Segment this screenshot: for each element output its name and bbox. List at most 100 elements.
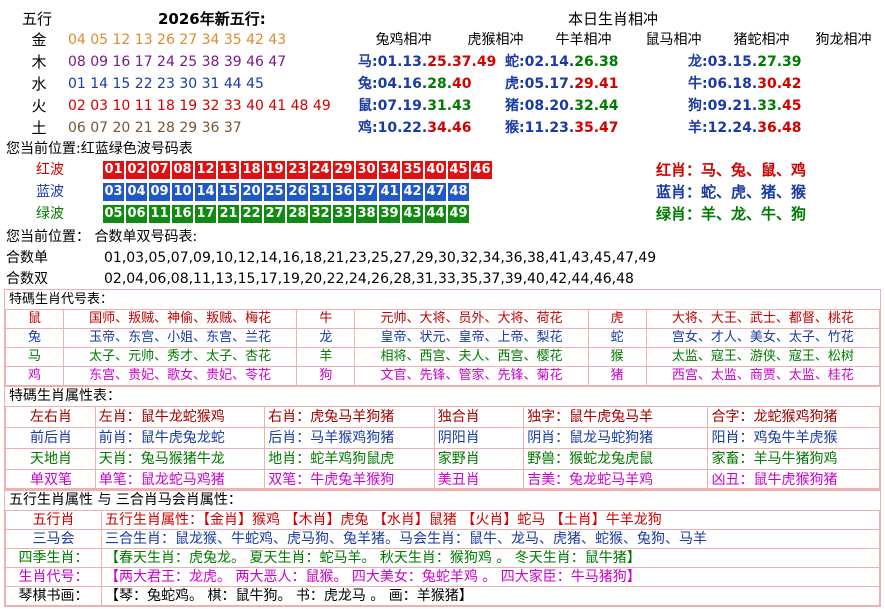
wave-number-ball: 22 bbox=[241, 205, 262, 223]
wave-number-ball: 48 bbox=[448, 183, 469, 201]
attr-value-cell: 阳肖：鸡兔牛羊虎猴 bbox=[707, 427, 880, 449]
wx-row-label: 三马会 bbox=[5, 529, 102, 549]
chong-zodiac: 蛇: bbox=[505, 54, 525, 70]
attr-category-cell: 独合肖 bbox=[433, 406, 525, 428]
chong-nums-a: 02.14. bbox=[524, 54, 575, 70]
chong-cell: 龙:03.15.27.39 bbox=[688, 52, 802, 72]
wuxing-label-tu: 土 bbox=[31, 119, 47, 137]
wuxing-label-jin: 金 bbox=[31, 31, 47, 49]
wave-number-ball: 46 bbox=[471, 161, 492, 179]
wave-number-ball: 17 bbox=[195, 205, 216, 223]
attr-value-cell: 合字：龙蛇猴鸡狗猪 bbox=[707, 406, 880, 428]
code-title-cell: 太子、元帅、秀才、太子、杏花 bbox=[62, 347, 298, 367]
chong-cell: 虎:05.17.29.41 bbox=[505, 74, 619, 94]
chong-nums-a: 06.18. bbox=[707, 76, 758, 92]
heshu-dan-label: 合数单 bbox=[6, 250, 48, 266]
attr-table-body: 左右肖 左肖：鼠牛龙蛇猴鸡 右肖：虎兔马羊狗猪 独合肖 独字：鼠牛虎兔马羊 合字：龙蛇猴鸡… bbox=[5, 406, 880, 491]
chong-title: 本日生肖相冲 bbox=[568, 10, 659, 28]
wx-row-text: 五行生肖属性：【金肖】猴鸡 【木肖】虎兔 【水肖】鼠猪 【火肖】蛇马 【土肖】牛… bbox=[101, 510, 880, 530]
wave-number-ball: 06 bbox=[126, 205, 147, 223]
code-title-cell: 玉帝、东宫、小姐、东宫、兰花 bbox=[62, 328, 298, 348]
wave-number-ball: 31 bbox=[310, 183, 331, 201]
wave-number-ball: 21 bbox=[218, 205, 239, 223]
table-row: 兔玉帝、东宫、小姐、东宫、兰花龙皇帝、状元、皇帝、上帝、梨花蛇宫女、才人、美女、… bbox=[5, 328, 881, 348]
chong-header: 兔鸡相冲 bbox=[375, 32, 432, 48]
code-zodiac-cell: 鸡 bbox=[5, 366, 64, 386]
code-table-header: 特碼生肖代号表： bbox=[9, 292, 114, 307]
chong-header: 鼠马相冲 bbox=[645, 32, 702, 48]
chong-nums-b: 27.39 bbox=[757, 54, 802, 70]
wave-number-ball: 09 bbox=[149, 183, 170, 201]
wx-row-label: 四季生肖： bbox=[5, 548, 102, 568]
wx-row-label: 生肖代号： bbox=[5, 567, 102, 587]
wuxing-label-huo: 火 bbox=[31, 97, 47, 115]
code-zodiac-cell: 龙 bbox=[296, 328, 356, 348]
year-title: 2026年新五行: bbox=[158, 10, 266, 28]
chong-header: 虎猴相冲 bbox=[467, 32, 524, 48]
chong-zodiac: 鸡: bbox=[358, 120, 378, 136]
chong-nums-a: 10.22. bbox=[377, 120, 428, 136]
wave-xiao: 绿肖：羊、龙、牛、狗 bbox=[656, 205, 807, 223]
code-zodiac-cell: 兔 bbox=[5, 328, 64, 348]
zodiac-attribute-table: 特碼生肖属性表： 左右肖 左肖：鼠牛龙蛇猴鸡 右肖：虎兔马羊狗猪 独合肖 独字：鼠牛虎兔… bbox=[4, 386, 881, 491]
wx-row-label: 五行肖 bbox=[5, 510, 102, 530]
wave-number-ball: 39 bbox=[379, 205, 400, 223]
wave-number-ball: 13 bbox=[218, 161, 239, 179]
table-row: 三马会 三合生肖：鼠龙猴、牛蛇鸡、虎马狗、兔羊猪。马会生肖：鼠牛、龙马、虎猪、蛇猴… bbox=[5, 529, 880, 549]
code-zodiac-cell: 狗 bbox=[296, 366, 356, 386]
table-row: 前后肖 前肖：鼠牛虎兔龙蛇 后肖：马羊猴鸡狗猪 阴阳肖 阴肖：鼠龙马蛇狗猪 阳肖：鸡兔牛羊… bbox=[5, 427, 880, 449]
wave-number-ball: 02 bbox=[126, 161, 147, 179]
wave-number-ball: 16 bbox=[172, 205, 193, 223]
attr-value-cell: 阴肖：鼠龙马蛇狗猪 bbox=[523, 427, 709, 449]
chong-nums-b: 32.44 bbox=[574, 98, 619, 114]
chong-nums-a: 04.16. bbox=[377, 76, 428, 92]
wuxing-label-mu: 木 bbox=[31, 53, 47, 71]
top-section: 五行 2026年新五行: 本日生肖相冲 金 04 05 12 13 26 27 … bbox=[0, 0, 885, 140]
code-zodiac-cell: 马 bbox=[5, 347, 64, 367]
code-title-cell: 皇帝、状元、皇帝、上帝、梨花 bbox=[354, 328, 589, 348]
wave-number-ball: 36 bbox=[333, 183, 354, 201]
wave-number-ball: 45 bbox=[448, 161, 469, 179]
heshu-shuang-label: 合数双 bbox=[6, 271, 48, 287]
chong-zodiac: 羊: bbox=[688, 120, 708, 136]
code-zodiac-cell: 鼠 bbox=[5, 309, 64, 329]
chong-nums-a: 01.13. bbox=[377, 54, 428, 70]
chong-nums-b: 25.37. bbox=[427, 54, 477, 70]
chong-nums-b: 28. bbox=[427, 76, 453, 92]
wave-number-ball: 11 bbox=[149, 205, 170, 223]
chong-zodiac: 猴: bbox=[505, 120, 525, 136]
chong-nums-b: 33. bbox=[757, 98, 783, 114]
attr-value-cell: 独字：鼠牛虎兔马羊 bbox=[523, 406, 709, 428]
wuxing-nums-huo: 02 03 10 11 18 19 32 33 40 41 48 49 bbox=[68, 98, 331, 114]
wave-xiao: 蓝肖：蛇、虎、猪、猴 bbox=[656, 183, 807, 201]
chong-nums-a: 03.15. bbox=[707, 54, 758, 70]
wave-number-ball: 05 bbox=[103, 205, 124, 223]
table-row: 马太子、元帅、秀才、太子、杏花羊相将、西宫、夫人、西宫、樱花猴太监、寇王、游侠、… bbox=[5, 347, 881, 367]
table-row: 生肖代号： 【两大君王：龙虎。 两大恶人：鼠猴。 四大美女：兔蛇羊鸡 。 四大家臣… bbox=[5, 567, 880, 587]
wave-label: 绿波 bbox=[36, 206, 64, 222]
attr-category-cell: 左右肖 bbox=[5, 406, 96, 428]
chong-nums-c: 45 bbox=[782, 98, 802, 114]
wave-number-ball: 34 bbox=[379, 161, 400, 179]
chong-zodiac: 兔: bbox=[358, 76, 378, 92]
chong-nums-c: 40 bbox=[452, 76, 472, 92]
wave-number-ball: 44 bbox=[425, 205, 446, 223]
chong-nums-a: 07.19. bbox=[377, 98, 428, 114]
code-title-cell: 宫女、才人、美女、太子、竹花 bbox=[645, 328, 881, 348]
chong-nums-a: 08.20. bbox=[524, 98, 575, 114]
wave-number-ball: 01 bbox=[103, 161, 124, 179]
chong-cell: 蛇:02.14.26.38 bbox=[505, 52, 619, 72]
wave-number-ball: 47 bbox=[425, 183, 446, 201]
code-zodiac-cell: 蛇 bbox=[587, 328, 647, 348]
attr-category-cell: 美丑肖 bbox=[433, 469, 525, 491]
wave-number-ball: 03 bbox=[103, 183, 124, 201]
chong-zodiac: 狗: bbox=[688, 98, 708, 114]
wave-label: 蓝波 bbox=[36, 184, 64, 200]
chong-cell: 鼠:07.19.31.43 bbox=[358, 96, 472, 116]
wuxing-title: 五行 bbox=[22, 10, 53, 28]
wx-row-text: 三合生肖：鼠龙猴、牛蛇鸡、虎马狗、兔羊猪。马会生肖：鼠牛、龙马、虎猪、蛇猴、兔狗… bbox=[101, 529, 880, 549]
attr-table-header: 特碼生肖属性表： bbox=[9, 388, 121, 404]
chong-cell: 兔:04.16.28.40 bbox=[358, 74, 472, 94]
wuxing-nums-tu: 06 07 20 21 28 29 36 37 bbox=[68, 120, 242, 136]
attr-category-cell: 单双笔 bbox=[5, 469, 96, 491]
